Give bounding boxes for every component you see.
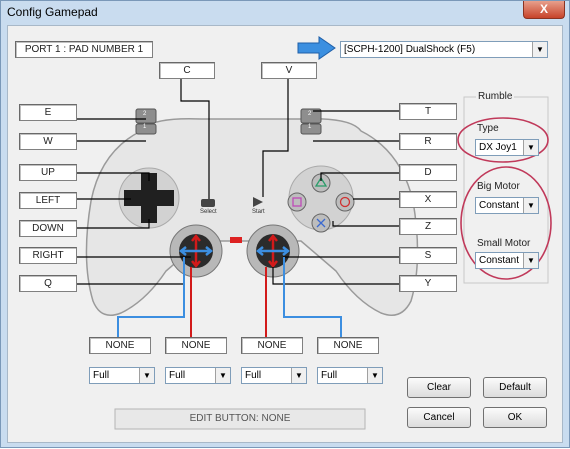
analog-mode-select-1[interactable]: Full ▼ [89,367,155,384]
analog-mode-select-2[interactable]: Full ▼ [165,367,231,384]
analog-map-3[interactable]: NONE [241,337,303,354]
chevron-down-icon: ▼ [523,198,538,213]
chevron-down-icon: ▼ [532,42,547,57]
analog-led [230,237,242,243]
pad-type-select[interactable]: [SCPH-1200] DualShock (F5) ▼ [340,41,548,58]
config-gamepad-window: Config Gamepad X PORT 1: PAD NUMBER 1 [… [0,0,570,448]
chevron-down-icon: ▼ [291,368,306,383]
small-motor-label: Small Motor [477,238,531,249]
r2-label: 2 [308,111,312,117]
small-motor-select[interactable]: Constant ▼ [475,252,539,269]
button-map-y[interactable]: Y [399,275,457,292]
pad-type-value: [SCPH-1200] DualShock (F5) [344,44,476,55]
button-map-right[interactable]: RIGHT [19,247,77,264]
rumble-group-label: Rumble [476,91,515,102]
button-map-v[interactable]: V [261,62,317,79]
button-map-c[interactable]: C [159,62,215,79]
circle-button [335,192,355,212]
analog-mode-value-4: Full [321,370,338,381]
big-motor-value: Constant [479,200,520,211]
l1-label: 1 [143,124,147,130]
pointer-arrow-icon [297,36,336,60]
analog-map-4[interactable]: NONE [317,337,379,354]
analog-mode-select-3[interactable]: Full ▼ [241,367,307,384]
chevron-down-icon: ▼ [139,368,154,383]
analog-mode-value-1: Full [93,370,110,381]
button-map-z[interactable]: Z [399,218,457,235]
button-map-down[interactable]: DOWN [19,220,77,237]
big-motor-label: Big Motor [477,181,520,192]
button-map-d[interactable]: D [399,164,457,181]
rumble-type-label: Type [477,123,499,134]
button-map-left[interactable]: LEFT [19,192,77,209]
button-map-e[interactable]: E [19,104,77,121]
button-map-x[interactable]: X [399,191,457,208]
port-label: PORT 1 : PAD NUMBER 1 [15,41,153,58]
button-map-w[interactable]: W [19,133,77,150]
l2-label: 2 [143,111,147,117]
r1-label: 1 [308,124,312,130]
button-map-s[interactable]: S [399,247,457,264]
chevron-down-icon: ▼ [523,140,538,155]
button-map-t[interactable]: T [399,103,457,120]
select-button [201,199,215,207]
start-label: Start [252,209,265,215]
analog-map-2[interactable]: NONE [165,337,227,354]
small-motor-value: Constant [479,255,520,266]
rumble-type-value: DX Joy1 [479,142,517,153]
big-motor-select[interactable]: Constant ▼ [475,197,539,214]
clear-button[interactable]: Clear [407,377,471,398]
square-button [287,192,307,212]
button-map-up[interactable]: UP [19,164,77,181]
analog-map-1[interactable]: NONE [89,337,151,354]
default-button[interactable]: Default [483,377,547,398]
analog-mode-value-2: Full [169,370,186,381]
chevron-down-icon: ▼ [523,253,538,268]
edit-button-status: EDIT BUTTON: NONE [189,413,291,424]
select-label: Select [200,209,217,215]
analog-mode-value-3: Full [245,370,262,381]
button-map-q[interactable]: Q [19,275,77,292]
chevron-down-icon: ▼ [367,368,382,383]
rumble-type-select[interactable]: DX Joy1 ▼ [475,139,539,156]
analog-mode-select-4[interactable]: Full ▼ [317,367,383,384]
ok-button[interactable]: OK [483,407,547,428]
chevron-down-icon: ▼ [215,368,230,383]
cancel-button[interactable]: Cancel [407,407,471,428]
button-map-r[interactable]: R [399,133,457,150]
